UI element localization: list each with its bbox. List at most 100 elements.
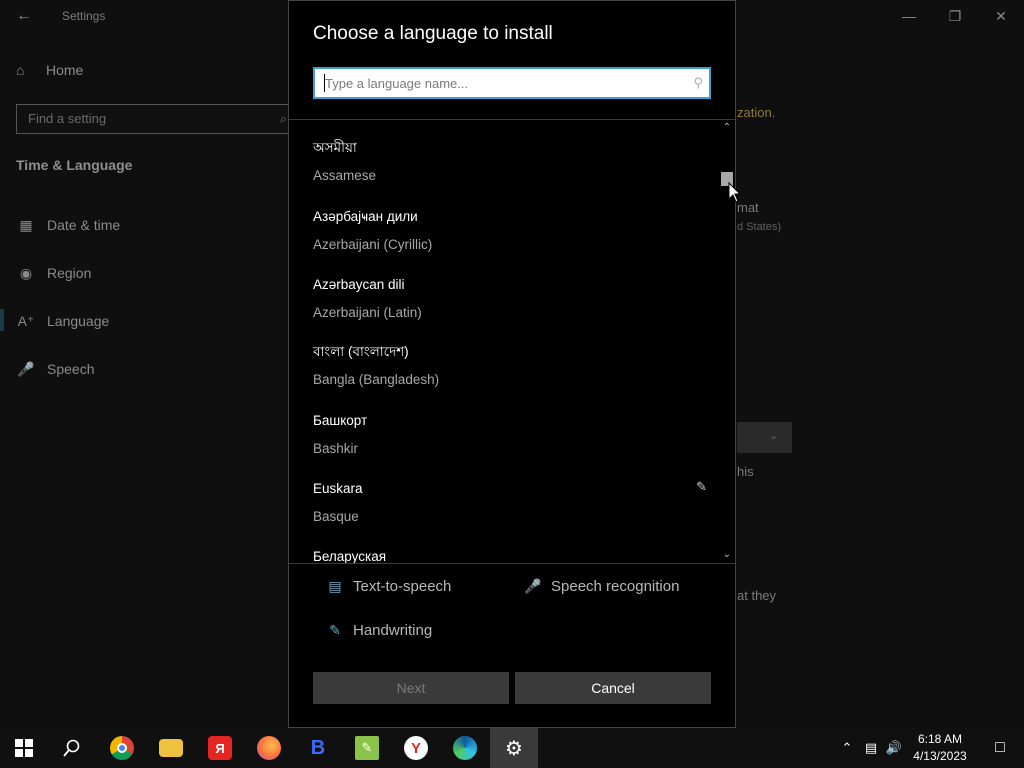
home-icon: ⌂: [16, 62, 25, 78]
bg-fragment-states: d States): [737, 221, 782, 233]
network-icon[interactable]: ▤: [860, 728, 882, 768]
language-native-name: বাংলা (বাংলাদেশ): [313, 344, 409, 359]
next-button[interactable]: Next: [313, 672, 509, 704]
cancel-button[interactable]: Cancel: [515, 672, 711, 704]
sidebar-item-region[interactable]: ◉ Region: [16, 261, 286, 285]
bg-fragment-this: his: [737, 464, 754, 479]
list-item[interactable]: Azərbaycan dili Azerbaijani (Latin): [313, 275, 713, 323]
taskbar-app-chrome[interactable]: [98, 728, 146, 768]
clock-date: 4/13/2023: [913, 749, 967, 763]
list-item[interactable]: Азәрбајҹан дили Azerbaijani (Cyrillic): [313, 207, 713, 255]
volume-icon[interactable]: 🔊: [883, 728, 905, 768]
sidebar-item-date-time[interactable]: ▦ Date & time: [16, 213, 286, 237]
chevron-down-icon: ⌄: [769, 430, 779, 442]
choose-language-dialog: Choose a language to install ⚲ অসমীয়া A…: [288, 0, 736, 728]
chevron-down-icon[interactable]: ⌄: [719, 547, 735, 563]
divider: [289, 563, 735, 564]
feature-legend-handwriting: ✎ Handwriting: [323, 622, 432, 639]
sidebar-item-label: Date & time: [47, 217, 121, 233]
sidebar-item-language[interactable]: A⁺ Language: [16, 309, 286, 333]
feature-legend-speech: 🎤 Speech recognition: [521, 578, 679, 595]
list-item[interactable]: বাংলা (বাংলাদেশ) Bangla (Bangladesh): [313, 342, 713, 390]
edge-icon: [453, 736, 477, 760]
brave-icon: B: [310, 736, 326, 759]
notification-icon: □: [995, 739, 1005, 756]
taskbar-app-firefox[interactable]: [245, 728, 293, 768]
chrome-icon: [110, 736, 134, 760]
feature-legend-tts: ▤ Text-to-speech: [323, 578, 451, 595]
language-english-name: Bashkir: [313, 441, 359, 456]
sidebar-item-label: Region: [47, 265, 92, 281]
handwriting-icon: ✎: [696, 479, 707, 494]
notepad-icon: ✎: [355, 736, 379, 760]
list-item[interactable]: Башкорт Bashkir: [313, 411, 713, 459]
show-hidden-icons-button[interactable]: ⌃: [836, 728, 858, 768]
language-english-name: Azerbaijani (Cyrillic): [313, 237, 433, 252]
language-search-box[interactable]: ⚲: [313, 67, 711, 99]
microphone-icon: 🎤: [17, 361, 35, 377]
taskbar: Я B ✎ Y ⚙ ⌃ ▤ 🔊 6:18 AM 4/13/2023 □: [0, 728, 1024, 768]
search-icon: ⚲: [693, 75, 703, 90]
sidebar-item-speech[interactable]: 🎤 Speech: [16, 357, 286, 381]
language-native-name: অসমীয়া: [313, 140, 357, 155]
bg-fragment-link: zation.: [737, 105, 776, 120]
windows-logo-icon: [15, 739, 33, 757]
selected-indicator: [0, 309, 4, 331]
language-search-input[interactable]: [325, 73, 675, 93]
globe-icon: ◉: [19, 265, 33, 281]
system-clock[interactable]: 6:18 AM 4/13/2023: [906, 731, 974, 765]
search-icon: ⌕: [279, 111, 287, 126]
mouse-cursor-icon: [728, 182, 742, 203]
close-button[interactable]: ✕: [978, 0, 1024, 32]
language-native-name: Беларуская: [313, 549, 387, 563]
dialog-title: Choose a language to install: [313, 23, 553, 44]
text-to-speech-icon: ▤: [328, 578, 342, 594]
yandex-icon: Я: [208, 736, 232, 760]
language-native-name: Azərbaycan dili: [313, 277, 405, 292]
search-button[interactable]: [48, 728, 96, 768]
bg-fragment-they: at they: [737, 588, 777, 603]
restore-button[interactable]: ❐: [932, 0, 978, 32]
handwriting-icon: ✎: [329, 622, 341, 638]
language-english-name: Azerbaijani (Latin): [313, 305, 422, 320]
clock-time: 6:18 AM: [917, 732, 963, 746]
taskbar-app-yandex[interactable]: Я: [196, 728, 244, 768]
calendar-clock-icon: ▦: [19, 217, 33, 233]
chevron-up-icon[interactable]: ⌃: [719, 120, 735, 136]
language-native-name: Азәрбајҹан дили: [313, 209, 418, 224]
firefox-icon: [257, 736, 281, 760]
search-icon: [63, 739, 80, 757]
nav-home[interactable]: ⌂ Home: [16, 62, 83, 78]
language-native-name: Euskara: [313, 481, 363, 496]
list-item[interactable]: Беларуская: [313, 547, 713, 563]
taskbar-app-notepad[interactable]: ✎: [343, 728, 391, 768]
taskbar-app-edge[interactable]: [441, 728, 489, 768]
bg-dropdown: ⌄: [737, 422, 792, 453]
language-english-name: Basque: [313, 509, 359, 524]
list-item[interactable]: অসমীয়া Assamese: [313, 138, 713, 186]
yandex-browser-icon: Y: [404, 736, 428, 760]
taskbar-app-brave[interactable]: B: [294, 728, 342, 768]
gear-icon: ⚙: [505, 737, 523, 760]
taskbar-app-settings[interactable]: ⚙: [490, 728, 538, 768]
microphone-icon: 🎤: [524, 578, 542, 594]
sidebar-item-label: Language: [47, 313, 110, 329]
language-icon: A⁺: [17, 313, 35, 329]
feature-label: Speech recognition: [551, 578, 680, 595]
minimize-button[interactable]: —: [886, 0, 932, 32]
feature-label: Text-to-speech: [353, 578, 452, 595]
start-button[interactable]: [0, 728, 48, 768]
window-title: Settings: [62, 9, 106, 23]
nav-home-label: Home: [46, 62, 84, 78]
language-english-name: Bangla (Bangladesh): [313, 372, 440, 387]
taskbar-app-yandex-browser[interactable]: Y: [392, 728, 440, 768]
find-setting-input[interactable]: Find a setting ⌕: [16, 104, 296, 134]
section-title: Time & Language: [16, 157, 133, 173]
language-list[interactable]: অসমীয়া Assamese Азәрбајҹан дили Azerbai…: [289, 120, 719, 563]
feature-label: Handwriting: [353, 622, 433, 639]
language-native-name: Башкорт: [313, 413, 368, 428]
notification-center-button[interactable]: □: [976, 728, 1024, 768]
taskbar-app-file-explorer[interactable]: [147, 728, 195, 768]
back-arrow-icon[interactable]: ←: [12, 6, 36, 26]
list-item[interactable]: Euskara Basque ✎: [313, 479, 713, 527]
